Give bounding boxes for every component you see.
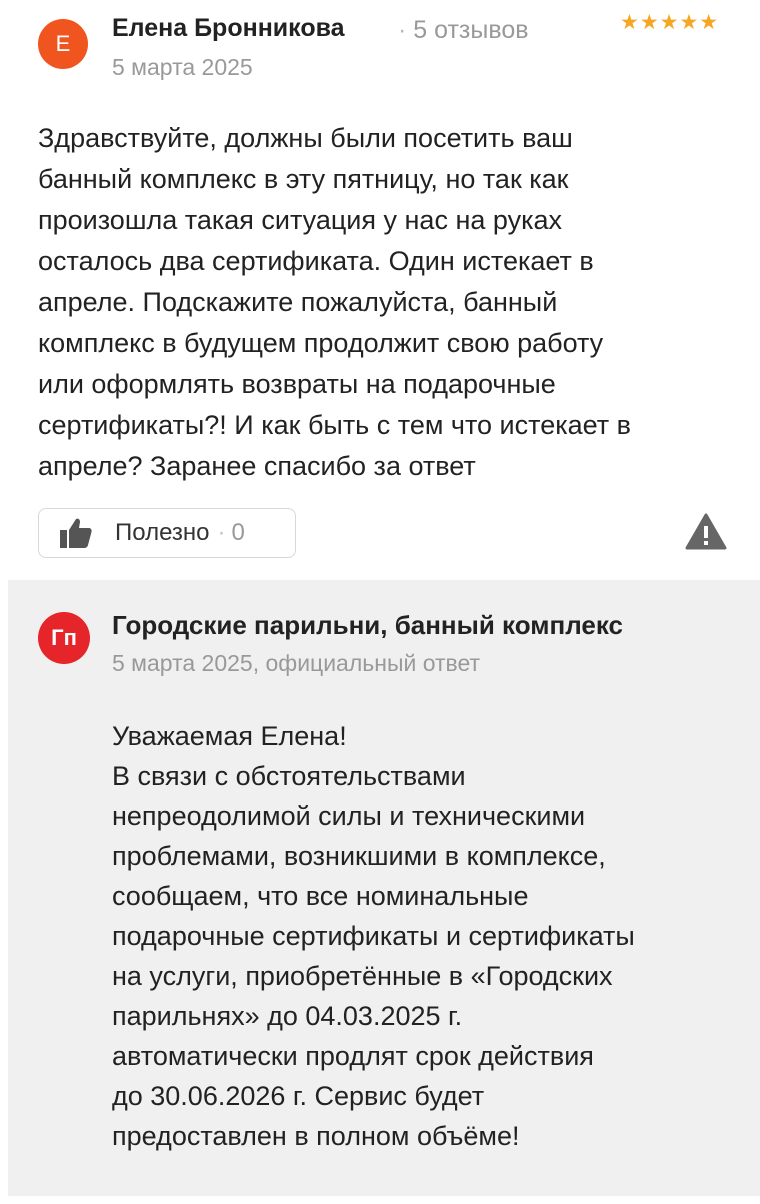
author-reviews-count: · 5 отзывов — [398, 16, 529, 45]
useful-separator: · — [217, 519, 226, 546]
reply-text-line: подарочные сертификаты и сертификаты — [112, 921, 635, 951]
reply-text-line: парильнях» до 04.03.2025 г. — [112, 1001, 463, 1031]
useful-count: 0 — [231, 519, 245, 546]
review-text-line: апреле. Подскажите пожалуйста, банный — [38, 287, 558, 317]
review-date: 5 марта 2025 — [112, 54, 253, 80]
thumbs-up-icon — [59, 517, 93, 549]
reply-text: Уважаемая Елена! В связи с обстоятельств… — [112, 716, 732, 1156]
review-text-line: Здравствуйте, должны были посетить ваш — [38, 123, 573, 153]
review-text-line: банный комплекс в эту пятницу, но так ка… — [38, 164, 569, 194]
reply-text-line: непреодолимой силы и техническими — [112, 801, 586, 831]
review-text-line: комплекс в будущем продолжит свою работу — [38, 328, 604, 358]
reply-text-line: проблемами, возникшими в комплексе, — [112, 841, 606, 871]
reply-text-line: на услуги, приобретённые в «Городских — [112, 961, 613, 991]
review-text-line: сертификаты?! И как быть с тем что истек… — [38, 410, 631, 440]
reply-text-line: В связи с обстоятельствами — [112, 761, 466, 791]
review-card: Е Елена Бронникова · 5 отзывов 5 марта 2… — [0, 0, 760, 580]
reply-text-line: до 30.06.2026 г. Сервис будет — [112, 1081, 485, 1111]
organization-name[interactable]: Городские парильни, банный комплекс — [112, 610, 623, 641]
author-name[interactable]: Елена Бронникова — [112, 14, 345, 43]
author-avatar[interactable]: Е — [38, 19, 88, 69]
meta-separator: · — [398, 16, 407, 44]
rating-stars: ★★★★★ — [620, 11, 720, 34]
review-text-line: или оформлять возвраты на подарочные — [38, 369, 556, 399]
useful-label: Полезно — [115, 519, 210, 546]
reply-text-line: автоматически продлят срок действия — [112, 1041, 594, 1071]
review-text-line: осталось два сертификата. Один истекает … — [38, 246, 594, 276]
review-text: Здравствуйте, должны были посетить ваш б… — [38, 118, 738, 487]
reviews-count-text: 5 отзывов — [413, 16, 529, 44]
warning-icon[interactable] — [684, 512, 728, 552]
reply-meta: 5 марта 2025, официальный ответ — [112, 650, 481, 676]
reply-text-line: Уважаемая Елена! — [112, 721, 347, 751]
reply-text-line: сообщаем, что все номинальные — [112, 881, 529, 911]
reply-text-line: предоставлен в полном объёме! — [112, 1121, 520, 1151]
organization-avatar[interactable]: Гп — [38, 612, 90, 664]
useful-button[interactable]: Полезно · 0 — [38, 508, 296, 558]
review-text-line: произошла такая ситуация у нас на руках — [38, 205, 563, 235]
review-text-line: апреле? Заранее спасибо за ответ — [38, 451, 476, 481]
